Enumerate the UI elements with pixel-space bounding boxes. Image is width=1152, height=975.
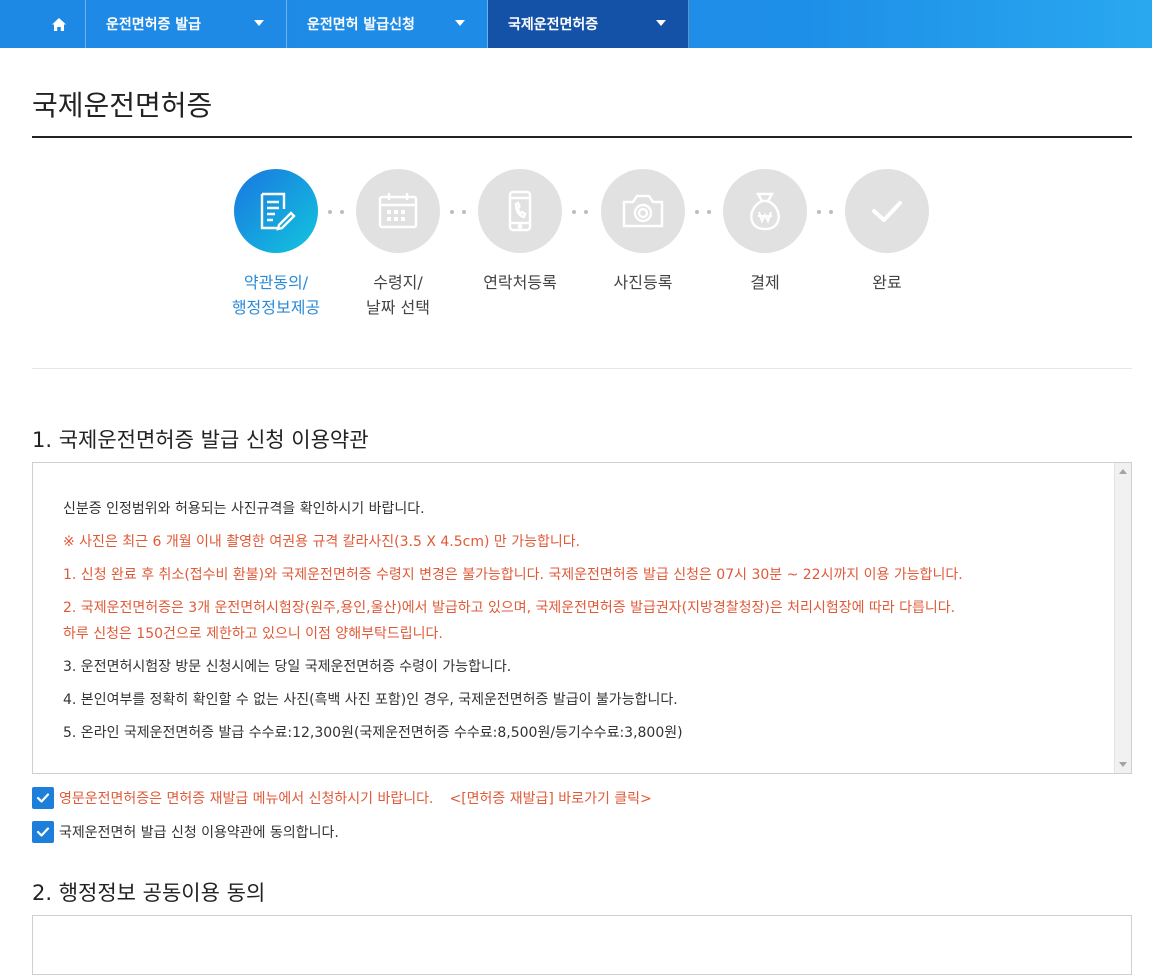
checkmark-icon bbox=[36, 793, 50, 803]
step-contact-circle bbox=[478, 169, 562, 253]
step-label-photo: 사진등록 bbox=[588, 270, 698, 295]
camera-icon bbox=[622, 194, 664, 228]
agree-terms-label: 국제운전면허 발급 신청 이용약관에 동의합니다. bbox=[59, 825, 339, 841]
money-bag-icon bbox=[750, 192, 780, 231]
step-connector bbox=[814, 210, 840, 214]
phone-icon bbox=[508, 190, 532, 232]
terms-line: 1. 신청 완료 후 취소(접수비 환불)와 국제운전면허증 수령지 변경은 불… bbox=[63, 567, 963, 583]
step-label-contact: 연락처등록 bbox=[465, 270, 575, 295]
chevron-down-icon bbox=[254, 20, 264, 26]
step-connector bbox=[569, 210, 595, 214]
terms-line: ※ 사진은 최근 6 개월 이내 촬영한 여권용 규격 칼라사진(3.5 X 4… bbox=[63, 534, 581, 550]
title-divider bbox=[32, 136, 1132, 138]
english-license-notice-row: 영문운전면허증은 면허증 재발급 메뉴에서 신청하시기 바랍니다. <[면허증 … bbox=[32, 787, 652, 809]
terms-line: 신분증 인정범위와 허용되는 사진규격을 확인하시기 바랍니다. bbox=[63, 501, 425, 517]
step-complete-circle bbox=[845, 169, 929, 253]
nav-menu-label: 운전면허증 발급 bbox=[106, 17, 202, 33]
step-label-complete: 완료 bbox=[832, 270, 942, 295]
step-label-line: 연락처등록 bbox=[483, 273, 557, 292]
scrollbar[interactable] bbox=[1114, 463, 1131, 773]
page-title: 국제운전면허증 bbox=[32, 89, 213, 122]
nav-menu-label: 국제운전면허증 bbox=[508, 17, 599, 33]
terms-line: 2. 국제운전면허증은 3개 운전면허시험장(원주,용인,울산)에서 발급하고 … bbox=[63, 600, 956, 616]
calendar-icon bbox=[378, 193, 418, 229]
step-label-line: 완료 bbox=[872, 273, 902, 292]
terms-line: 4. 본인여부를 정확히 확인할 수 없는 사진(흑백 사진 포함)인 경우, … bbox=[63, 692, 678, 708]
step-label-line: 약관동의/ bbox=[243, 273, 309, 292]
home-button[interactable] bbox=[32, 0, 86, 48]
nav-menu-international-license[interactable]: 국제운전면허증 bbox=[488, 0, 689, 48]
scroll-up-arrow-icon[interactable] bbox=[1119, 469, 1127, 474]
step-label-line: 행정정보제공 bbox=[231, 298, 321, 317]
terms-line: 3. 운전면허시험장 방문 신청시에는 당일 국제운전면허증 수령이 가능합니다… bbox=[63, 659, 512, 675]
step-photo-circle bbox=[601, 169, 685, 253]
admin-info-textbox[interactable] bbox=[32, 915, 1132, 975]
step-label-line: 사진등록 bbox=[613, 273, 673, 292]
nav-menu-label: 운전면허 발급신청 bbox=[307, 17, 415, 33]
step-payment-circle bbox=[723, 169, 807, 253]
step-label-line: 수령지/ bbox=[373, 273, 423, 292]
agree-terms-row: 국제운전면허 발급 신청 이용약관에 동의합니다. bbox=[32, 821, 339, 843]
nav-menu-license-issue[interactable]: 운전면허증 발급 bbox=[86, 0, 287, 48]
terms-line: 하루 신청은 150건으로 제한하고 있으니 이점 양해부탁드립니다. bbox=[63, 626, 443, 642]
chevron-down-icon bbox=[656, 20, 666, 26]
nav-menu-license-apply[interactable]: 운전면허 발급신청 bbox=[287, 0, 488, 48]
home-icon bbox=[51, 17, 66, 31]
english-license-notice: 영문운전면허증은 면허증 재발급 메뉴에서 신청하시기 바랍니다. bbox=[59, 791, 434, 807]
reissue-shortcut-link[interactable]: <[면허증 재발급] 바로가기 클릭> bbox=[449, 788, 651, 808]
english-license-checkbox[interactable] bbox=[32, 787, 54, 809]
step-pickup-circle bbox=[356, 169, 440, 253]
section-title-terms: 1. 국제운전면허증 발급 신청 이용약관 bbox=[32, 428, 369, 452]
checkmark-icon bbox=[872, 201, 902, 222]
agree-terms-checkbox[interactable] bbox=[32, 821, 54, 843]
step-label-line: 날짜 선택 bbox=[366, 298, 430, 317]
document-icon bbox=[260, 192, 296, 231]
terms-textbox[interactable]: 신분증 인정범위와 허용되는 사진규격을 확인하시기 바랍니다. ※ 사진은 최… bbox=[32, 462, 1132, 774]
terms-line: 5. 온라인 국제운전면허증 발급 수수료:12,300원(국제운전면허증 수수… bbox=[63, 725, 683, 741]
step-connector bbox=[692, 210, 718, 214]
scroll-down-arrow-icon[interactable] bbox=[1119, 762, 1127, 767]
chevron-down-icon bbox=[455, 20, 465, 26]
step-label-payment: 결제 bbox=[710, 270, 820, 295]
section-divider bbox=[32, 368, 1132, 369]
step-connector bbox=[325, 210, 351, 214]
step-connector bbox=[447, 210, 473, 214]
step-label-terms: 약관동의/ 행정정보제공 bbox=[221, 270, 331, 320]
step-label-pickup: 수령지/ 날짜 선택 bbox=[343, 270, 453, 320]
checkmark-icon bbox=[36, 827, 50, 837]
top-navigation: 운전면허증 발급 운전면허 발급신청 국제운전면허증 bbox=[0, 0, 1152, 48]
section-title-admin-info: 2. 행정정보 공동이용 동의 bbox=[32, 881, 266, 905]
step-label-line: 결제 bbox=[750, 273, 780, 292]
step-terms-circle bbox=[234, 169, 318, 253]
